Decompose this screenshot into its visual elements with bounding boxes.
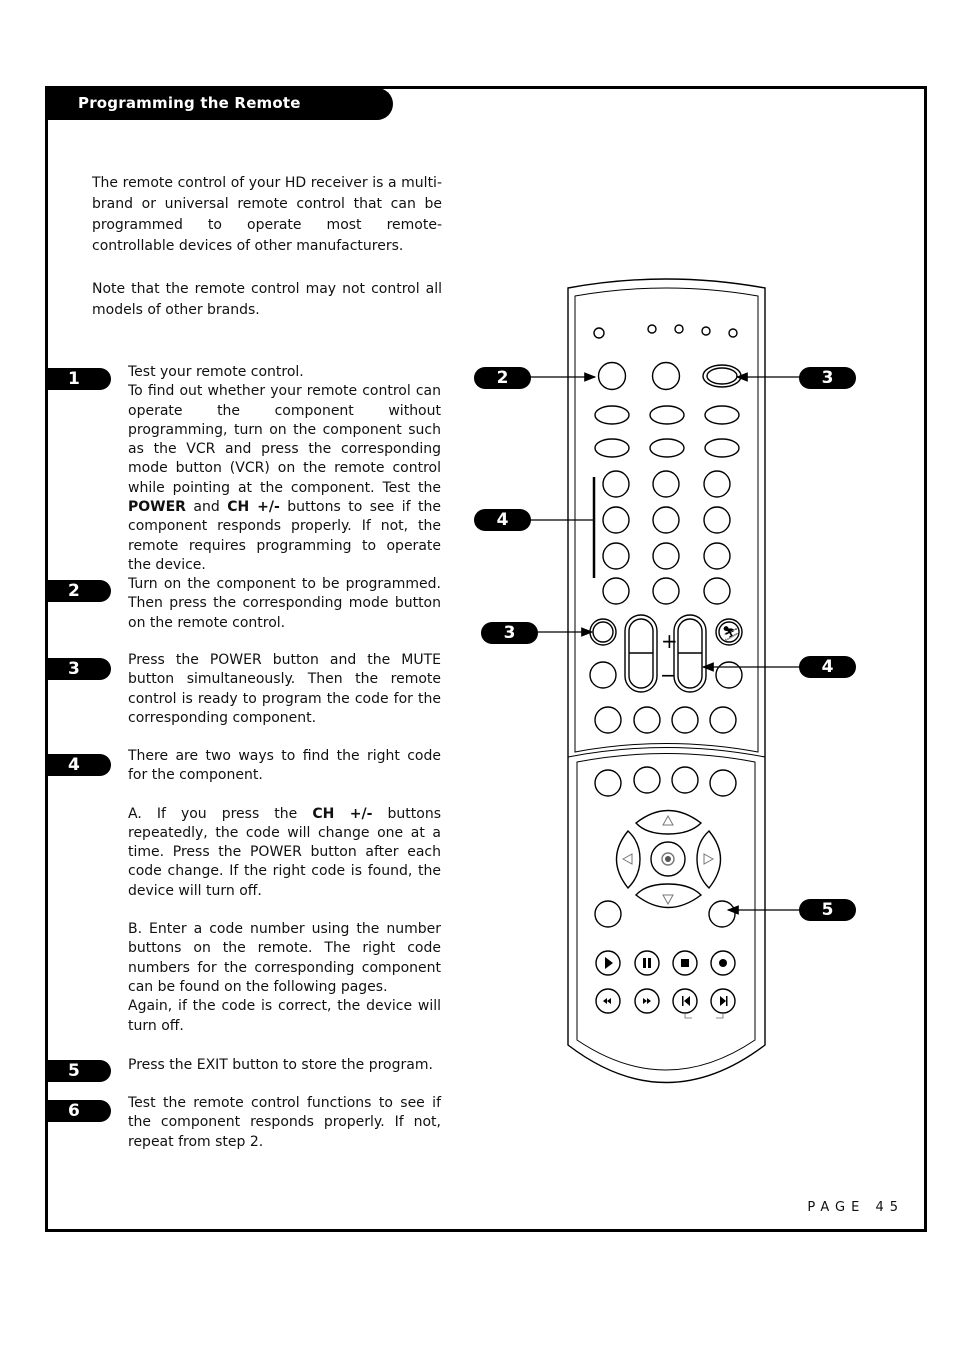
stop-icon (681, 959, 689, 967)
callout-3-mute: 3 (481, 622, 538, 644)
pause-icon (643, 958, 646, 968)
callout-4-channel: 4 (799, 656, 856, 678)
plus-label: + (661, 629, 678, 653)
page-number: PAGE 45 (807, 1200, 904, 1215)
minus-label: − (660, 663, 677, 687)
callout-2-mode: 2 (474, 367, 531, 389)
record-icon (719, 959, 727, 967)
callout-3-power: 3 (799, 367, 856, 389)
callout-5-exit: 5 (799, 899, 856, 921)
callout-4-numbers: 4 (474, 509, 531, 531)
picture-icon: ⛷ (722, 626, 740, 642)
